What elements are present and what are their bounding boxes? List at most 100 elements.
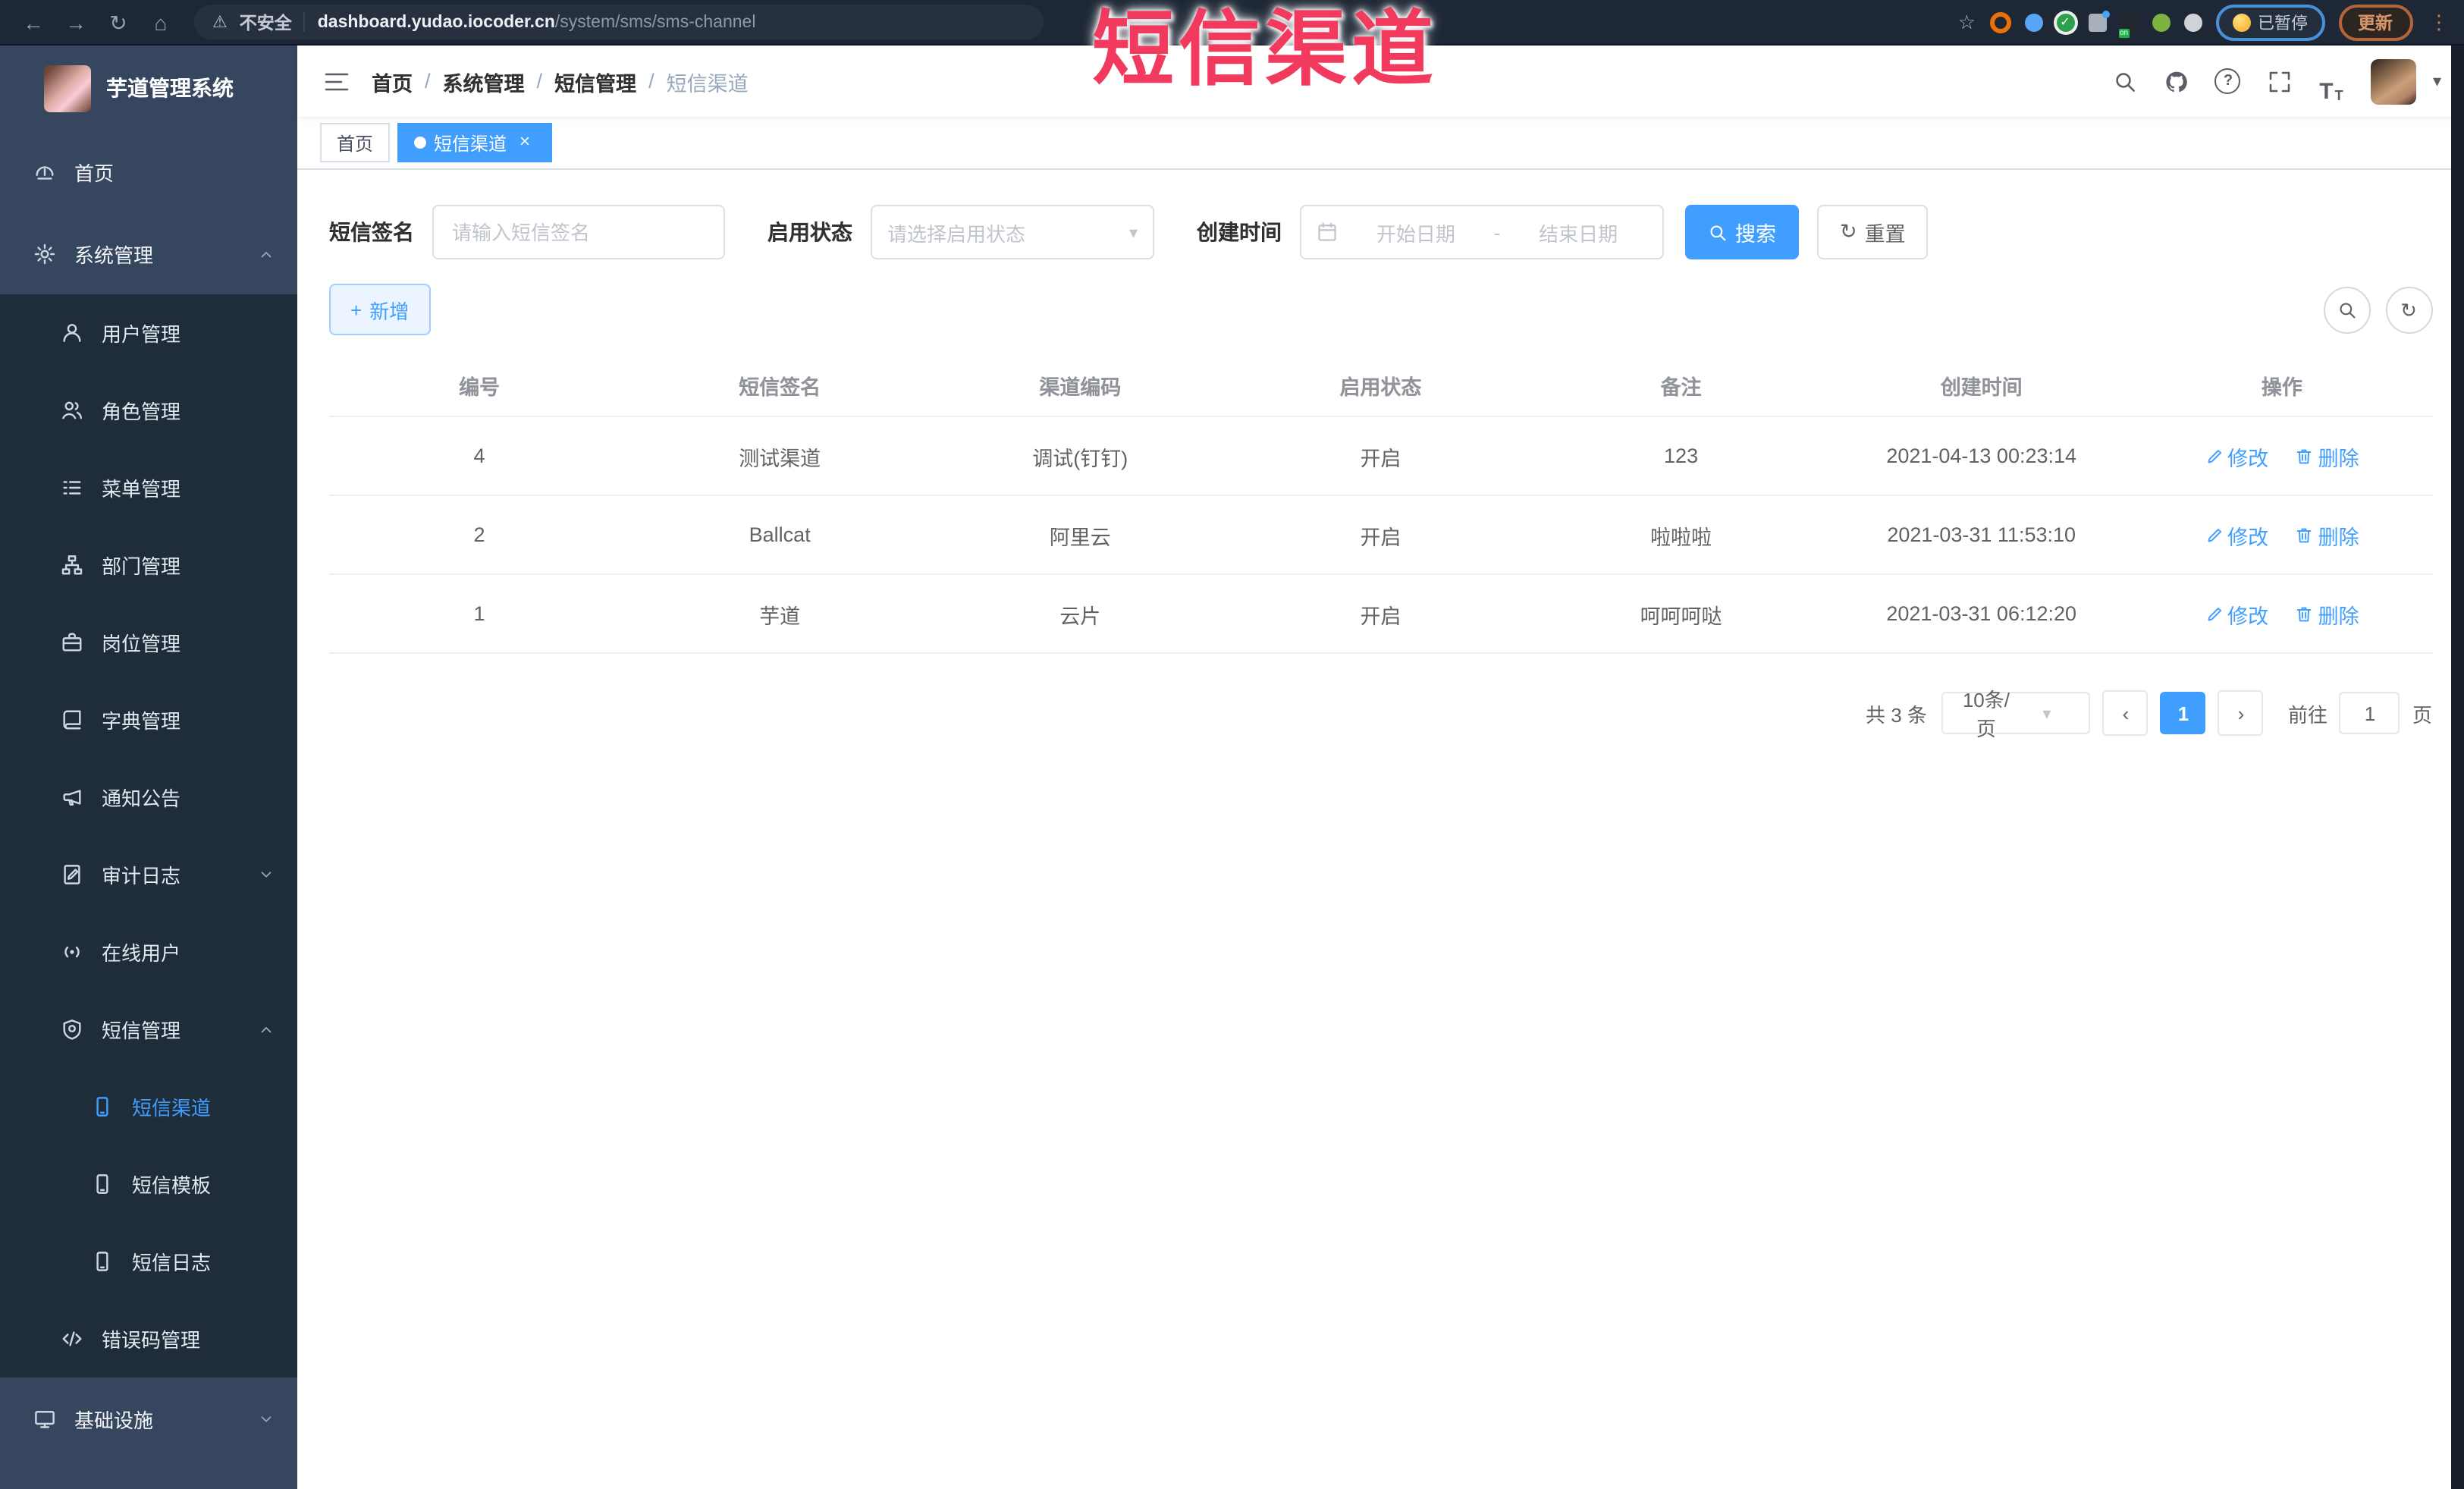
profile-paused-chip[interactable]: 已暂停: [2215, 4, 2324, 40]
reset-button[interactable]: ↻ 重置: [1817, 205, 1929, 259]
sidebar-item-audit-log[interactable]: 审计日志: [0, 836, 297, 913]
col-header-sign: 短信签名: [629, 357, 931, 417]
sidebar-submenu-system: 用户管理 角色管理 菜单管理 部门管理 岗位管理 字典管理 通知公告 审计日志 …: [0, 294, 297, 1377]
sidebar-item-users[interactable]: 用户管理: [0, 294, 297, 372]
sidebar-item-online-users[interactable]: 在线用户: [0, 913, 297, 991]
extension-icon-blue[interactable]: [2024, 13, 2042, 31]
cell-sign: 测试渠道: [629, 416, 931, 496]
page-url[interactable]: dashboard.yudao.iocoder.cn/system/sms/sm…: [318, 13, 756, 31]
reset-button-label: 重置: [1864, 223, 1906, 246]
code-icon: [61, 1327, 83, 1350]
home-icon[interactable]: ⌂: [143, 0, 179, 45]
fullscreen-icon[interactable]: [2258, 60, 2301, 102]
cell-status: 开启: [1230, 495, 1531, 575]
delete-link[interactable]: 删除: [2296, 520, 2359, 550]
briefcase-icon: [61, 631, 83, 654]
extension-icon-green[interactable]: [2152, 13, 2170, 31]
sidebar-item-sms-template[interactable]: 短信模板: [0, 1145, 297, 1223]
sidebar-item-label: 审计日志: [102, 865, 181, 887]
refresh-icon: ↻: [2400, 298, 2417, 321]
prev-page-button[interactable]: ‹: [2102, 690, 2149, 736]
help-icon[interactable]: ?: [2207, 60, 2249, 102]
close-icon[interactable]: ×: [514, 131, 535, 153]
start-date-placeholder: 开始日期: [1376, 222, 1455, 245]
search-button-label: 搜索: [1735, 223, 1776, 246]
date-range-picker[interactable]: 开始日期 - 结束日期: [1300, 205, 1664, 259]
edit-link[interactable]: 修改: [2205, 598, 2268, 629]
gear-icon: [33, 242, 56, 265]
chevron-down-icon: [258, 866, 275, 883]
sidebar-item-roles[interactable]: 角色管理: [0, 372, 297, 449]
edit-link[interactable]: 修改: [2205, 520, 2268, 550]
cell-id: 1: [329, 574, 630, 654]
add-button-label: 新增: [369, 300, 410, 322]
sidebar-item-notice[interactable]: 通知公告: [0, 759, 297, 836]
extensions-puzzle-icon[interactable]: [2183, 13, 2202, 31]
github-icon[interactable]: [2155, 60, 2198, 102]
sidebar-item-system[interactable]: 系统管理: [0, 212, 297, 294]
page-size-select[interactable]: 10条/页 ▾: [1941, 689, 2091, 740]
sign-input[interactable]: [432, 205, 725, 259]
sidebar-item-error-code[interactable]: 错误码管理: [0, 1300, 297, 1377]
app-logo-row[interactable]: 芋道管理系统: [0, 46, 297, 130]
bookmark-star-icon[interactable]: ☆: [1958, 10, 1976, 34]
address-bar[interactable]: ⚠ 不安全 dashboard.yudao.iocoder.cn/system/…: [194, 5, 1044, 39]
forward-icon[interactable]: →: [58, 0, 94, 45]
search-icon: [1708, 222, 1728, 242]
extension-icon-grid[interactable]: [2088, 10, 2109, 31]
table-row: 1 芋道 云片 开启 呵呵呵哒 2021-03-31 06:12:20 修改 删…: [329, 574, 2432, 654]
paused-label: 已暂停: [2258, 14, 2308, 33]
reload-icon[interactable]: ↻: [100, 0, 137, 45]
breadcrumb-home[interactable]: 首页: [372, 66, 413, 96]
pencil-icon: [2205, 605, 2223, 623]
book-icon: [61, 708, 83, 731]
sidebar-item-sms-channel[interactable]: 短信渠道: [0, 1068, 297, 1145]
dashboard-icon: [33, 160, 56, 183]
chevron-up-icon: [258, 1021, 275, 1038]
next-page-button[interactable]: ›: [2218, 690, 2264, 736]
font-size-icon[interactable]: TT: [2310, 60, 2353, 102]
tab-home[interactable]: 首页: [320, 123, 391, 162]
refresh-table-button[interactable]: ↻: [2385, 286, 2432, 333]
sidebar-item-departments[interactable]: 部门管理: [0, 526, 297, 604]
sidebar-item-label: 用户管理: [102, 323, 181, 346]
current-page-button[interactable]: 1: [2160, 692, 2206, 734]
add-button[interactable]: + 新增: [329, 284, 431, 335]
search-icon[interactable]: [2104, 60, 2146, 102]
update-button[interactable]: 更新: [2338, 4, 2412, 40]
extension-icon-dark[interactable]: on: [2118, 13, 2138, 37]
breadcrumb-system[interactable]: 系统管理: [443, 66, 525, 96]
tree-icon: [61, 554, 83, 576]
security-label[interactable]: 不安全: [240, 10, 292, 34]
sidebar-item-posts[interactable]: 岗位管理: [0, 604, 297, 681]
extension-icon-orange[interactable]: [1989, 11, 2010, 33]
delete-link[interactable]: 删除: [2296, 441, 2359, 471]
sidebar-item-dict[interactable]: 字典管理: [0, 681, 297, 759]
delete-link[interactable]: 删除: [2296, 598, 2359, 629]
browser-scrollbar[interactable]: [2450, 46, 2464, 1489]
sidebar-item-menus[interactable]: 菜单管理: [0, 449, 297, 526]
sidebar-item-sms-log[interactable]: 短信日志: [0, 1223, 297, 1300]
status-select[interactable]: 请选择启用状态 ▾: [871, 205, 1154, 259]
breadcrumb: 首页 / 系统管理 / 短信管理 / 短信渠道: [372, 66, 749, 96]
avatar-caret-icon[interactable]: ▾: [2433, 71, 2441, 91]
breadcrumb-current: 短信渠道: [666, 72, 749, 95]
back-icon[interactable]: ←: [15, 0, 52, 45]
url-host: dashboard.yudao.iocoder.cn: [317, 13, 555, 31]
sidebar-item-sms[interactable]: 短信管理: [0, 991, 297, 1068]
browser-menu-icon[interactable]: ⋮: [2429, 10, 2449, 34]
user-avatar[interactable]: [2370, 58, 2416, 104]
goto-page-input[interactable]: [2339, 692, 2400, 734]
breadcrumb-sms[interactable]: 短信管理: [554, 66, 636, 96]
edit-link[interactable]: 修改: [2205, 441, 2268, 471]
tab-sms-channel[interactable]: 短信渠道 ×: [397, 123, 553, 162]
toggle-search-button[interactable]: [2323, 286, 2370, 333]
sidebar-item-infrastructure[interactable]: 基础设施: [0, 1377, 297, 1459]
extension-icon-green-check[interactable]: ✓: [2056, 13, 2074, 31]
sidebar-item-label: 基础设施: [74, 1409, 154, 1431]
cell-id: 2: [329, 495, 630, 575]
page-unit-label: 页: [2412, 703, 2432, 726]
sidebar-item-home[interactable]: 首页: [0, 130, 297, 212]
hamburger-icon[interactable]: [323, 69, 350, 93]
search-button[interactable]: 搜索: [1685, 205, 1799, 259]
